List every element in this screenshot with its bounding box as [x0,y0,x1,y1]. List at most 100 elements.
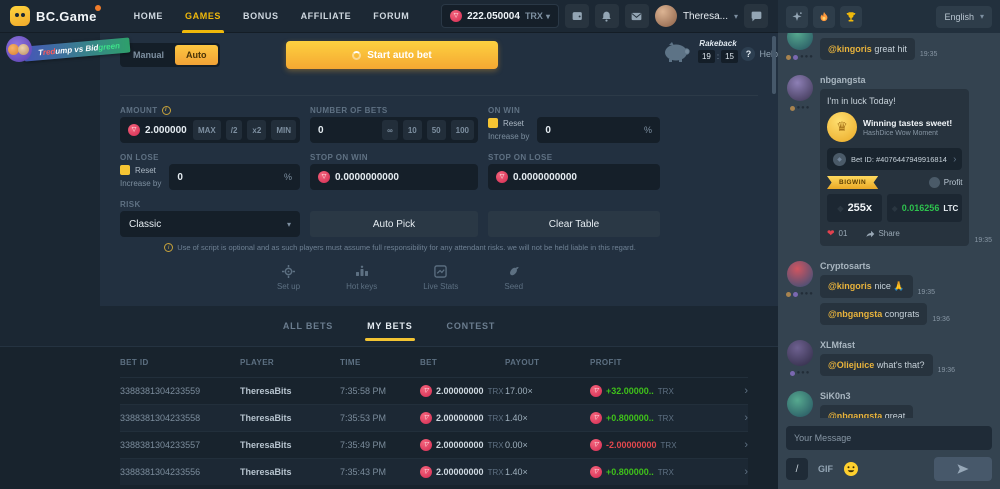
bet-id: 3388381304233558 [120,413,240,423]
nav-forum[interactable]: FORUM [362,0,420,33]
tab-all-bets[interactable]: ALL BETS [281,315,335,341]
number-of-bets-field: NUMBER OF BETS ∞ 10 50 100 [310,103,478,143]
on-win-label: ON WIN [488,106,520,115]
user-avatar[interactable] [787,261,813,287]
user-avatar[interactable] [655,5,677,27]
nav-home[interactable]: HOME [123,0,174,33]
stop-on-lose-input[interactable] [513,172,656,183]
user-avatar[interactable] [787,340,813,366]
wallet-button[interactable] [565,4,589,28]
risk-select[interactable]: Classic [120,211,300,237]
chat-language-select[interactable]: English [936,6,992,28]
chat-contest-button[interactable] [840,6,862,28]
amount-max-button[interactable]: MAX [193,120,221,140]
on-lose-increase-option[interactable]: Increase by [120,179,161,188]
bell-icon [600,10,613,23]
number-of-bets-input[interactable] [318,125,377,136]
chat-command-button[interactable]: / [786,458,808,480]
nav-bonus[interactable]: BONUS [232,0,290,33]
promo-banner[interactable]: Tredump vs Bidgreen [6,36,130,62]
amount-input[interactable] [145,125,188,136]
chat-input-area: / GIF [778,418,1000,489]
player-name: TheresaBits [240,386,340,396]
like-button[interactable] [827,228,835,239]
seed-button[interactable]: Seed [504,265,523,291]
mention-link[interactable]: @kingoris [828,281,872,291]
emoji-button[interactable] [843,461,859,477]
send-message-button[interactable] [934,457,992,481]
main-scrollbar-thumb[interactable] [772,36,776,94]
amount-double-button[interactable]: x2 [247,120,266,140]
autobet-form: AMOUNT MAX /2 x2 MIN NUMBER OF BETS [100,96,778,291]
message-text: great [885,411,906,418]
chat-toggle-button[interactable] [744,4,768,28]
send-icon [956,463,970,475]
message-text: congrats [885,309,920,319]
hotkeys-button[interactable]: Hot keys [346,265,377,291]
chat-message-group: XLMfast @Oliejuice what's that? 19:36 [786,340,992,381]
mention-link[interactable]: @kingoris [828,44,872,54]
table-row[interactable]: 3388381304233557 TheresaBits 7:35:49 PM … [120,431,748,458]
on-win-increase-option[interactable]: Increase by [488,132,529,141]
chat-username[interactable]: SiK0n3 [820,33,992,34]
user-avatar[interactable] [787,33,813,50]
player-name: TheresaBits [240,467,340,477]
gif-button[interactable]: GIF [818,464,833,474]
reset-label: Reset [503,119,524,128]
mention-link[interactable]: @Oliejuice [828,360,874,370]
balance-amount: 222.050004 [467,11,520,22]
rakeback-widget[interactable]: Rakeback 19 : 15 [662,39,738,63]
table-row[interactable]: 3388381304233556 TheresaBits 7:35:43 PM … [120,458,748,485]
bcgame-logo[interactable]: BC.Game [10,6,97,26]
chat-username[interactable]: nbgangsta [820,75,992,85]
bets-100-button[interactable]: 100 [451,120,474,140]
chat-message-input[interactable] [786,426,992,450]
live-stats-button[interactable]: Live Stats [423,265,458,291]
on-lose-label: ON LOSE [120,153,159,162]
tab-contest[interactable]: CONTEST [445,315,498,341]
amount-half-button[interactable]: /2 [226,120,243,140]
chat-username[interactable]: Cryptosarts [820,261,992,271]
bet-amount: 2.00000000 [436,467,484,477]
chat-username[interactable]: XLMfast [820,340,992,350]
share-button[interactable]: Share [865,229,899,239]
nav-affiliate[interactable]: AFFILIATE [290,0,363,33]
nav-games[interactable]: GAMES [174,0,232,33]
bet-id-link[interactable]: Bet ID: #4076447949916814 [827,148,962,170]
user-avatar[interactable] [787,391,813,417]
table-row[interactable]: 3388381304233559 TheresaBits 7:35:58 PM … [120,377,748,404]
mention-link[interactable]: @nbgangsta [828,411,882,418]
chevron-right-icon [728,439,748,451]
on-lose-reset-option[interactable]: Reset [120,165,161,175]
table-row[interactable]: 3388381304233558 TheresaBits 7:35:53 PM … [120,404,748,431]
mention-link[interactable]: @nbgangsta [828,309,882,319]
clear-table-button[interactable]: Clear Table [488,211,660,237]
on-lose-increase-input[interactable] [177,172,279,183]
user-avatar[interactable] [787,75,813,101]
percent-suffix: % [284,172,296,182]
auto-mode-button[interactable]: Auto [175,45,218,65]
bets-50-button[interactable]: 50 [427,120,446,140]
bets-10-button[interactable]: 10 [403,120,422,140]
risk-value: Classic [129,219,161,230]
start-auto-bet-button[interactable]: Start auto bet [286,41,498,69]
auto-pick-button[interactable]: Auto Pick [310,211,478,237]
notifications-button[interactable] [595,4,619,28]
checkbox-checked-icon [120,165,130,175]
chat-rain-button[interactable] [786,6,808,28]
stop-on-win-input[interactable] [335,172,474,183]
chat-fireball-button[interactable] [813,6,835,28]
bets-infinity-button[interactable]: ∞ [382,120,398,140]
chat-username[interactable]: SiK0n3 [820,391,992,401]
user-menu-caret-icon[interactable] [734,12,738,21]
on-win-increase-input[interactable] [545,125,639,136]
user-name[interactable]: Theresa... [683,11,728,22]
tab-my-bets[interactable]: MY BETS [365,315,414,341]
on-win-reset-option[interactable]: Reset [488,118,529,128]
messages-button[interactable] [625,4,649,28]
info-icon[interactable] [162,106,171,115]
currency-selector[interactable]: TRX [525,11,550,21]
setup-button[interactable]: Set up [277,265,300,291]
balance-display[interactable]: 222.050004 TRX [441,4,559,28]
amount-min-button[interactable]: MIN [271,120,296,140]
